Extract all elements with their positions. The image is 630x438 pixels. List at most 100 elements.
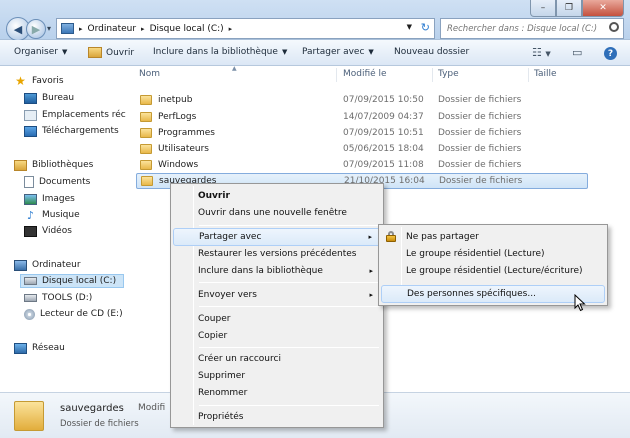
search-icon[interactable] bbox=[609, 22, 619, 32]
column-divider[interactable] bbox=[528, 68, 529, 82]
menu-item-label: Supprimer bbox=[198, 371, 246, 381]
address-dropdown-icon[interactable]: ▼ bbox=[407, 23, 412, 31]
nav-network[interactable]: Réseau bbox=[14, 341, 65, 355]
breadcrumb-local-disk[interactable]: Disque local (C:) bbox=[150, 24, 224, 34]
menu-item-label: Ouvrir bbox=[198, 191, 230, 201]
menu-item-copy[interactable]: Copier bbox=[173, 327, 381, 345]
include-library-button[interactable]: Inclure dans la bibliothèque ▼ bbox=[153, 47, 287, 57]
nav-desktop[interactable]: Bureau bbox=[24, 91, 74, 105]
submenu-item-label: Des personnes spécifiques... bbox=[407, 289, 536, 299]
open-label: Ouvrir bbox=[106, 47, 135, 58]
nav-documents[interactable]: Documents bbox=[24, 175, 90, 189]
nav-music[interactable]: ♪ Musique bbox=[24, 208, 80, 222]
arrow-left-icon: ◀ bbox=[13, 22, 23, 36]
file-name-cell: inetpub bbox=[140, 95, 192, 105]
column-divider[interactable] bbox=[432, 68, 433, 82]
menu-item-include-library[interactable]: Inclure dans la bibliothèque ▸ bbox=[173, 262, 381, 280]
submenu-item-no-share[interactable]: Ne pas partager bbox=[381, 228, 605, 246]
submenu-item-homegroup-read[interactable]: Le groupe résidentiel (Lecture) bbox=[381, 245, 605, 263]
new-folder-button[interactable]: Nouveau dossier bbox=[394, 47, 469, 57]
chevron-right-icon[interactable]: ▸ bbox=[141, 25, 145, 33]
nav-favorites[interactable]: ★ Favoris bbox=[14, 74, 63, 88]
submenu-item-label: Ne pas partager bbox=[406, 232, 479, 242]
column-divider[interactable] bbox=[336, 68, 337, 82]
nav-local-disk[interactable]: Disque local (C:) bbox=[20, 274, 124, 288]
menu-item-open-new-window[interactable]: Ouvrir dans une nouvelle fenêtre bbox=[173, 204, 381, 222]
menu-item-properties[interactable]: Propriétés bbox=[173, 408, 381, 426]
maximize-button[interactable]: ❐ bbox=[556, 0, 582, 17]
submenu-item-specific-people[interactable]: Des personnes spécifiques... bbox=[381, 285, 605, 303]
share-with-label: Partager avec bbox=[302, 47, 365, 57]
context-menu: Ouvrir Ouvrir dans une nouvelle fenêtre … bbox=[170, 183, 384, 428]
refresh-icon[interactable]: ↻ bbox=[421, 21, 430, 34]
folder-icon bbox=[140, 160, 152, 170]
file-row[interactable]: inetpub 07/09/2015 10:50 Dossier de fich… bbox=[136, 92, 588, 108]
details-type: Dossier de fichiers bbox=[60, 419, 139, 429]
folder-icon bbox=[140, 95, 152, 105]
open-button[interactable]: Ouvrir bbox=[88, 47, 134, 58]
chevron-right-icon: ▸ bbox=[369, 267, 373, 275]
folder-icon bbox=[140, 112, 152, 122]
recent-pages-dropdown[interactable]: ▾ bbox=[47, 24, 51, 33]
breadcrumb-computer[interactable]: Ordinateur bbox=[88, 24, 137, 34]
nav-tools-drive[interactable]: TOOLS (D:) bbox=[24, 291, 92, 305]
search-box[interactable] bbox=[440, 18, 624, 39]
menu-item-restore-versions[interactable]: Restaurer les versions précédentes bbox=[173, 245, 381, 263]
file-row[interactable]: PerfLogs 14/07/2009 04:37 Dossier de fic… bbox=[136, 109, 588, 125]
organize-button[interactable]: Organiser ▼ bbox=[14, 47, 67, 57]
column-header-name[interactable]: Nom bbox=[139, 69, 160, 79]
minimize-button[interactable]: – bbox=[530, 0, 556, 17]
submenu-item-homegroup-readwrite[interactable]: Le groupe résidentiel (Lecture/écriture) bbox=[381, 262, 605, 280]
videos-icon bbox=[24, 225, 37, 237]
menu-item-label: Renommer bbox=[198, 388, 248, 398]
file-date: 07/09/2015 10:51 bbox=[343, 128, 424, 138]
address-bar[interactable]: ▸ Ordinateur ▸ Disque local (C:) ▸ ▼ ↻ bbox=[56, 18, 435, 39]
file-name: Programmes bbox=[158, 128, 215, 138]
chevron-down-icon: ▼ bbox=[545, 50, 551, 58]
search-input[interactable] bbox=[447, 23, 607, 34]
nav-cd-drive[interactable]: Lecteur de CD (E:) C bbox=[24, 307, 126, 321]
menu-item-label: Créer un raccourci bbox=[198, 354, 281, 364]
file-row[interactable]: Utilisateurs 05/06/2015 18:04 Dossier de… bbox=[136, 141, 588, 157]
file-date: 07/09/2015 10:50 bbox=[343, 95, 424, 105]
nav-desktop-label: Bureau bbox=[42, 93, 75, 103]
preview-pane-button[interactable]: ▭ bbox=[572, 46, 582, 59]
column-header-size[interactable]: Taille bbox=[534, 69, 557, 79]
file-name-cell: Windows bbox=[140, 160, 198, 170]
nav-videos[interactable]: Vidéos bbox=[24, 224, 72, 238]
menu-item-send-to[interactable]: Envoyer vers ▸ bbox=[173, 286, 381, 304]
menu-separator bbox=[199, 347, 379, 348]
file-row[interactable]: Programmes 07/09/2015 10:51 Dossier de f… bbox=[136, 125, 588, 141]
column-header-type[interactable]: Type bbox=[438, 69, 459, 79]
chevron-right-icon[interactable]: ▸ bbox=[79, 25, 83, 33]
menu-separator bbox=[199, 225, 379, 226]
nav-downloads[interactable]: Téléchargements bbox=[24, 124, 119, 138]
images-icon bbox=[24, 193, 37, 205]
preview-pane-icon: ▭ bbox=[572, 46, 583, 59]
share-with-button[interactable]: Partager avec ▼ bbox=[302, 47, 374, 57]
help-button[interactable]: ? bbox=[604, 47, 617, 60]
nav-libraries[interactable]: Bibliothèques bbox=[14, 158, 93, 172]
file-row[interactable]: Windows 07/09/2015 11:08 Dossier de fich… bbox=[136, 157, 588, 173]
menu-item-open[interactable]: Ouvrir bbox=[173, 187, 381, 205]
menu-item-rename[interactable]: Renommer bbox=[173, 384, 381, 402]
menu-item-share-with[interactable]: Partager avec ▸ bbox=[173, 228, 381, 246]
nav-computer[interactable]: Ordinateur bbox=[14, 258, 81, 272]
forward-button[interactable]: ▶ bbox=[26, 19, 46, 39]
menu-item-delete[interactable]: Supprimer bbox=[173, 367, 381, 385]
close-button[interactable]: ✕ bbox=[582, 0, 624, 17]
folder-icon bbox=[14, 401, 44, 431]
menu-item-cut[interactable]: Couper bbox=[173, 310, 381, 328]
column-header-modified[interactable]: Modifié le bbox=[343, 69, 387, 79]
nav-recent-places[interactable]: Emplacements récen bbox=[24, 108, 126, 122]
star-icon: ★ bbox=[15, 74, 26, 88]
folder-icon bbox=[141, 176, 153, 186]
chevron-right-icon[interactable]: ▸ bbox=[229, 25, 233, 33]
chevron-down-icon: ▼ bbox=[62, 48, 68, 56]
view-options-button[interactable]: ☷ ▼ bbox=[532, 46, 551, 59]
submenu-item-label: Le groupe résidentiel (Lecture) bbox=[406, 249, 545, 259]
nav-images[interactable]: Images bbox=[24, 192, 75, 206]
file-name: Windows bbox=[158, 160, 199, 170]
menu-item-create-shortcut[interactable]: Créer un raccourci bbox=[173, 350, 381, 368]
folder-icon bbox=[140, 144, 152, 154]
